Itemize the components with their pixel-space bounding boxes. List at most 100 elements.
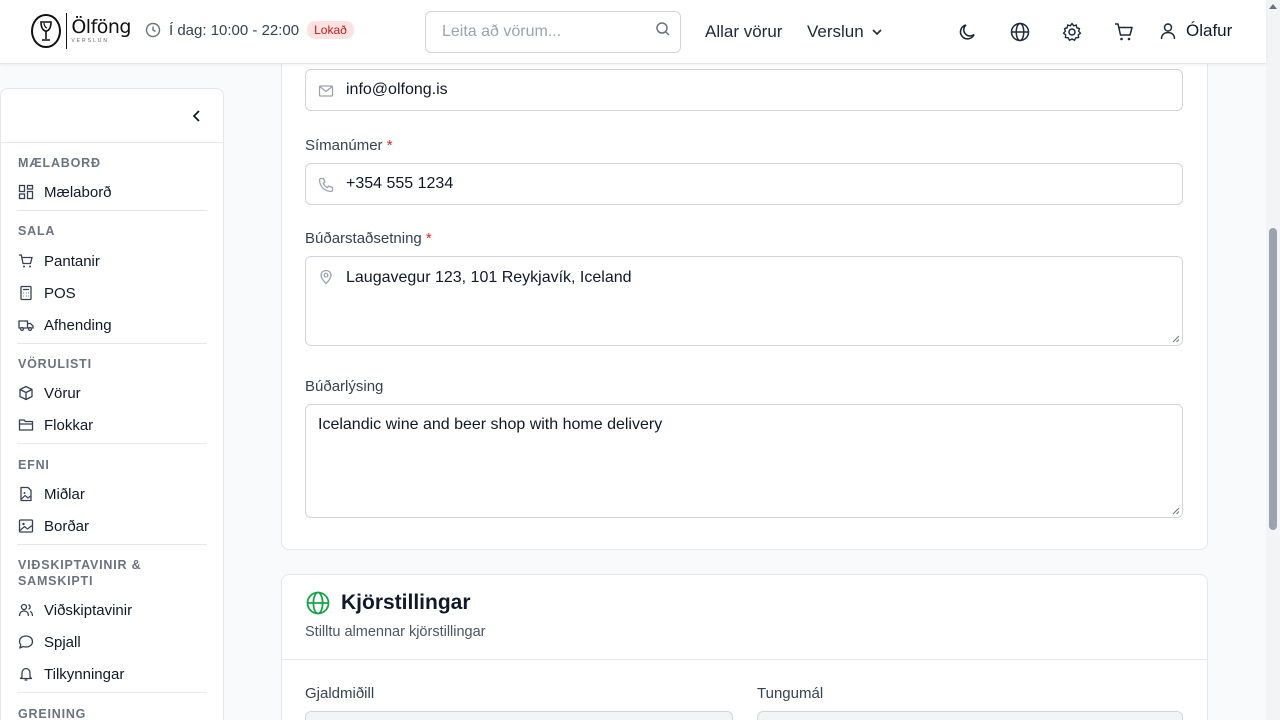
- file-image-icon: [20, 486, 32, 502]
- user-name: Ólafur: [1186, 21, 1233, 40]
- image-icon: [18, 519, 34, 533]
- section-title-dashboard: MÆLABORÐ: [18, 156, 101, 170]
- globe-icon: [306, 591, 330, 615]
- resize-handle-icon[interactable]: [1172, 507, 1180, 515]
- store-logo[interactable]: Ölföng VERSLUN: [31, 11, 131, 51]
- sidebar-item-products[interactable]: Vörur: [1, 377, 223, 409]
- sidebar-item-label: Vörur: [44, 384, 81, 402]
- address-label: Búðarstaðsetning *: [305, 230, 432, 247]
- hours-label: Í dag: 10:00 - 22:00: [169, 21, 300, 39]
- sidebar-item-notifications[interactable]: Tilkynningar: [1, 658, 223, 690]
- sidebar-item-media[interactable]: Miðlar: [1, 478, 223, 510]
- sidebar-item-orders[interactable]: Pantanir: [1, 245, 223, 277]
- sidebar-item-label: Tilkynningar: [44, 665, 125, 683]
- logo-tagline: VERSLUN: [71, 38, 109, 44]
- language-select[interactable]: [757, 711, 1183, 720]
- currency-select[interactable]: [305, 711, 733, 720]
- bell-icon: [19, 667, 33, 681]
- run-settings-header: Kjörstillingar: [305, 590, 471, 616]
- sidebar-item-label: Miðlar: [44, 485, 85, 503]
- card-divider: [282, 659, 1207, 660]
- sidebar-item-pos[interactable]: POS: [1, 277, 223, 309]
- sidebar-item-label: Viðskiptavinir: [44, 601, 133, 619]
- logo-text: Ölföng VERSLUN: [71, 18, 131, 44]
- section-title-line: SAMSKIPTI: [18, 574, 94, 588]
- description-label: Búðarlýsing: [305, 378, 384, 395]
- sidebar-item-dashboard[interactable]: Mælaborð: [1, 176, 223, 208]
- search-icon[interactable]: [654, 20, 672, 38]
- truck-icon: [18, 320, 34, 332]
- nav-store-label: Verslun: [807, 22, 864, 41]
- phone-icon: [318, 177, 334, 193]
- map-pin-icon: [320, 269, 332, 285]
- user-icon: [1160, 23, 1176, 40]
- chevron-left-icon[interactable]: [189, 108, 205, 124]
- email-value: info@olfong.is: [346, 81, 448, 98]
- sidebar-top: [1, 89, 223, 143]
- nav-all-products[interactable]: Allar vörur: [705, 22, 782, 42]
- calculator-icon: [20, 285, 32, 301]
- address-value: Laugavegur 123, 101 Reykjavík, Iceland: [346, 269, 632, 286]
- description-textarea[interactable]: Icelandic wine and beer shop with home d…: [305, 404, 1183, 518]
- dashboard-icon: [18, 184, 34, 200]
- phone-value: +354 555 1234: [346, 175, 454, 192]
- description-value: Icelandic wine and beer shop with home d…: [318, 416, 663, 433]
- status-badge: Lokað: [307, 21, 354, 39]
- sidebar-item-label: Afhending: [44, 316, 112, 334]
- scroll-thumb[interactable]: [1269, 228, 1277, 530]
- section-title-line: VIÐSKIPTAVINIR &: [18, 558, 142, 572]
- section-title-sales: SALA: [18, 224, 56, 238]
- chevron-down-icon: [872, 29, 882, 36]
- address-textarea[interactable]: Laugavegur 123, 101 Reykjavík, Iceland: [305, 256, 1183, 346]
- sidebar: MÆLABORÐ Mælaborð SALA Pantanir POS Afhe…: [0, 88, 224, 720]
- sidebar-item-banners[interactable]: Borðar: [1, 510, 223, 542]
- nav-store-dropdown[interactable]: Verslun: [807, 22, 884, 42]
- sidebar-item-delivery[interactable]: Afhending: [1, 309, 223, 341]
- wine-glass-logo-icon: [31, 14, 61, 48]
- sidebar-item-chat[interactable]: Spjall: [1, 626, 223, 658]
- cart-icon: [1115, 23, 1133, 41]
- sidebar-item-label: Spjall: [44, 633, 81, 651]
- user-menu[interactable]: Ólafur: [1158, 21, 1232, 41]
- sidebar-item-label: Borðar: [44, 517, 90, 535]
- search-box[interactable]: [425, 11, 681, 53]
- section-title: Kjörstillingar: [341, 591, 471, 614]
- address-label-text: Búðarstaðsetning: [305, 230, 422, 247]
- nav-all-products-label: Allar vörur: [705, 22, 783, 41]
- chat-icon: [18, 635, 34, 649]
- mail-icon: [318, 85, 334, 97]
- required-asterisk: *: [425, 230, 432, 247]
- users-icon: [18, 603, 34, 617]
- sidebar-item-label: Mælaborð: [44, 183, 112, 201]
- language-button[interactable]: [1008, 20, 1032, 44]
- sidebar-item-customers[interactable]: Viðskiptavinir: [1, 594, 223, 626]
- opening-hours: Í dag: 10:00 - 22:00 Lokað: [145, 21, 354, 39]
- sidebar-item-categories[interactable]: Flokkar: [1, 409, 223, 441]
- theme-toggle-button[interactable]: [956, 20, 980, 44]
- moon-icon: [959, 24, 975, 40]
- phone-field[interactable]: +354 555 1234: [305, 163, 1183, 205]
- globe-icon: [1010, 22, 1030, 42]
- gear-icon: [1062, 22, 1082, 41]
- language-label: Tungumál: [757, 685, 824, 702]
- top-header: Ölföng VERSLUN Í dag: 10:00 - 22:00 Loka…: [0, 0, 1266, 64]
- page-scrollbar[interactable]: [1266, 0, 1280, 720]
- section-title-catalog: VÖRULISTI: [18, 357, 92, 371]
- section-subtitle: Stilltu almennar kjörstillingar: [305, 624, 486, 640]
- scroll-up-arrow-icon[interactable]: [1269, 4, 1277, 9]
- cart-icon: [19, 254, 33, 268]
- sidebar-item-label: Flokkar: [44, 416, 94, 434]
- logo-divider: [65, 13, 67, 49]
- package-icon: [19, 385, 33, 401]
- section-title-content: EFNI: [18, 458, 50, 472]
- resize-handle-icon[interactable]: [1172, 335, 1180, 343]
- logo-name: Ölföng: [71, 16, 131, 38]
- currency-label: Gjaldmiðill: [305, 685, 375, 702]
- phone-label: Símanúmer *: [305, 137, 393, 154]
- folder-icon: [18, 419, 34, 431]
- settings-button[interactable]: [1060, 20, 1084, 44]
- cart-button[interactable]: [1112, 20, 1136, 44]
- search-input[interactable]: [426, 12, 680, 52]
- required-asterisk: *: [386, 137, 393, 154]
- email-field[interactable]: info@olfong.is: [305, 69, 1183, 111]
